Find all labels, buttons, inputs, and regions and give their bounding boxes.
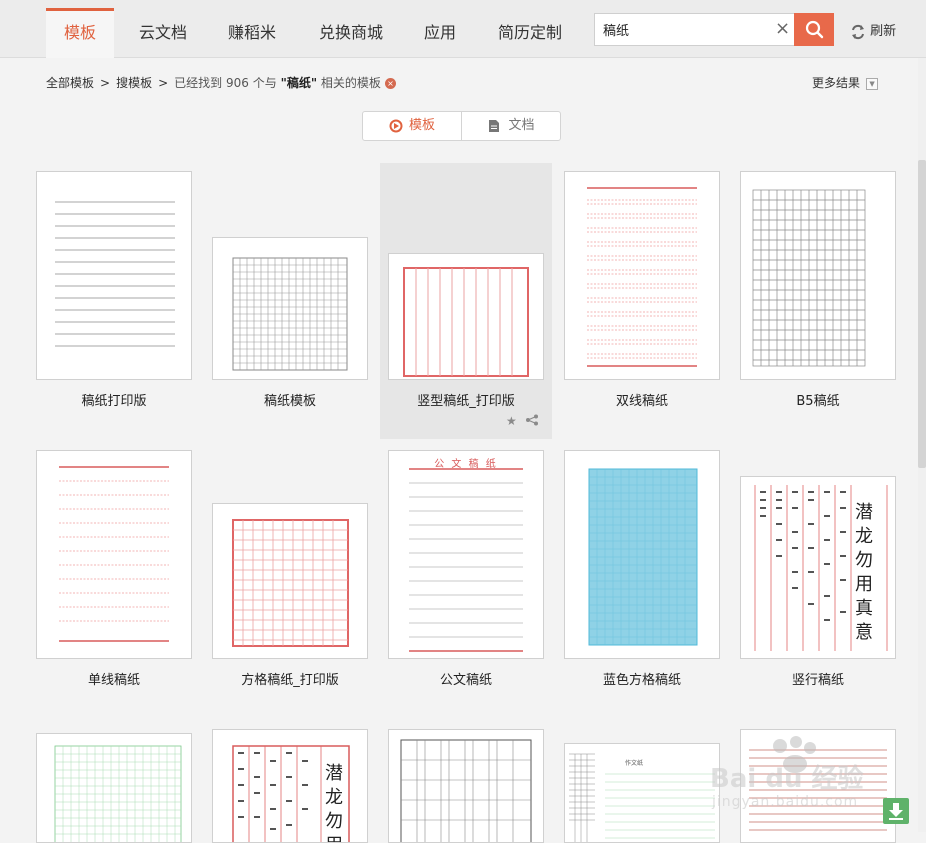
template-thumb-9[interactable]: [564, 450, 720, 659]
thumb-table-lines-paper: [400, 739, 532, 842]
tab-apps[interactable]: 应用: [410, 8, 470, 58]
template-name-6[interactable]: 单线稿纸: [28, 669, 200, 688]
thumb-vertical-paper: [403, 267, 529, 377]
search-input[interactable]: [603, 14, 773, 45]
thumb-blue-grid-paper: [588, 468, 698, 646]
refresh-button[interactable]: 刷新: [850, 20, 896, 40]
result-prefix: 已经找到: [174, 76, 223, 90]
template-name-5[interactable]: B5稿纸: [732, 390, 904, 409]
scrollbar-thumb[interactable]: [918, 160, 926, 468]
template-thumb-5[interactable]: [740, 171, 896, 380]
template-name-4[interactable]: 双线稿纸: [556, 390, 728, 409]
more-results-button[interactable]: 更多结果 ▼: [812, 74, 879, 91]
star-icon[interactable]: ★: [506, 414, 517, 428]
thumb-double-line-paper: [587, 187, 697, 367]
tab-templates[interactable]: 模板: [46, 8, 114, 58]
tab-resume[interactable]: 简历定制: [484, 8, 576, 58]
template-name-10[interactable]: 竖行稿纸: [732, 669, 904, 688]
template-thumb-1[interactable]: [36, 171, 192, 380]
result-mid: 个与: [252, 76, 277, 90]
thumb-green-grid-paper: [54, 745, 182, 842]
template-name-3[interactable]: 竖型稿纸_打印版: [380, 390, 552, 409]
tab-earn-rice[interactable]: 赚稻米: [214, 8, 290, 58]
template-name-8[interactable]: 公文稿纸: [380, 669, 552, 688]
top-nav-bar: 模板 云文档 赚稻米 兑换商城 应用 简历定制 × 刷新: [0, 0, 926, 58]
thumb-grid-paper: [232, 257, 348, 371]
search-icon: [805, 20, 824, 39]
template-name-7[interactable]: 方格稿纸_打印版: [204, 669, 376, 688]
share-icon[interactable]: [525, 414, 539, 426]
switch-documents[interactable]: 文档: [462, 112, 560, 140]
vertical-poem-text-2: 潜龙勿用: [325, 763, 343, 842]
small-header-text: 作文纸: [625, 760, 644, 767]
template-thumb-7[interactable]: [212, 503, 368, 659]
switch-templates-label: 模板: [408, 118, 435, 133]
type-switcher: 模板 文档: [362, 111, 561, 141]
card-tools: ★: [506, 414, 539, 428]
breadcrumb-search-templates[interactable]: 搜模板: [116, 76, 152, 90]
refresh-icon: [852, 24, 864, 39]
template-name-9[interactable]: 蓝色方格稿纸: [556, 669, 728, 688]
switch-templates[interactable]: 模板: [363, 112, 462, 140]
result-suffix: 相关的模板: [320, 76, 381, 90]
search-button[interactable]: [794, 13, 834, 46]
template-name-1[interactable]: 稿纸打印版: [28, 390, 200, 409]
template-thumb-6[interactable]: [36, 450, 192, 659]
refresh-label: 刷新: [870, 24, 897, 39]
clear-keyword-icon[interactable]: ×: [384, 78, 396, 89]
tab-cloud-docs[interactable]: 云文档: [126, 8, 200, 58]
result-count: 906: [226, 76, 249, 90]
more-results-label: 更多结果: [812, 76, 861, 90]
watermark-url: jingyan.baidu.com: [712, 794, 859, 810]
document-icon: [489, 119, 500, 132]
thumb-lined-paper: [55, 201, 175, 347]
template-thumb-11[interactable]: [36, 733, 192, 843]
template-thumb-12[interactable]: 潜龙勿用: [212, 729, 368, 843]
template-thumb-10[interactable]: 潜龙勿用真意: [740, 476, 896, 659]
breadcrumb-all-templates[interactable]: 全部模板: [46, 76, 94, 90]
switch-documents-label: 文档: [508, 118, 535, 133]
template-name-2[interactable]: 稿纸模板: [204, 390, 376, 409]
download-icon: [889, 803, 903, 820]
template-thumb-3[interactable]: [388, 253, 544, 380]
download-button[interactable]: [883, 798, 909, 824]
tab-exchange-mall[interactable]: 兑换商城: [305, 8, 397, 58]
template-icon: [389, 119, 403, 132]
thumb-official-paper: [409, 468, 523, 652]
template-thumb-13[interactable]: [388, 729, 544, 843]
template-thumb-14[interactable]: 作文纸: [564, 743, 720, 843]
clear-search-icon[interactable]: ×: [775, 18, 790, 40]
result-keyword: "稿纸": [280, 76, 318, 90]
watermark-brand: Bai du 经验: [710, 764, 864, 794]
thumb-b5-paper: [752, 189, 866, 367]
thumb-square-grid-paper: [232, 519, 349, 647]
search-box: ×: [594, 13, 834, 46]
thumb-single-line-paper: [59, 466, 169, 642]
gongwen-title: 公 文 稿 纸: [434, 459, 498, 470]
breadcrumb: 全部模板 > 搜模板 > 已经找到 906 个与 "稿纸" 相关的模板 ×: [46, 74, 396, 91]
vertical-poem-text: 潜龙勿用真意: [855, 502, 873, 643]
template-thumb-8[interactable]: 公 文 稿 纸: [388, 450, 544, 659]
dropdown-icon: ▼: [866, 77, 879, 90]
template-thumb-2[interactable]: [212, 237, 368, 380]
template-thumb-4[interactable]: [564, 171, 720, 380]
baidu-watermark: Bai du 经验 jingyan.baidu.com: [700, 728, 890, 828]
